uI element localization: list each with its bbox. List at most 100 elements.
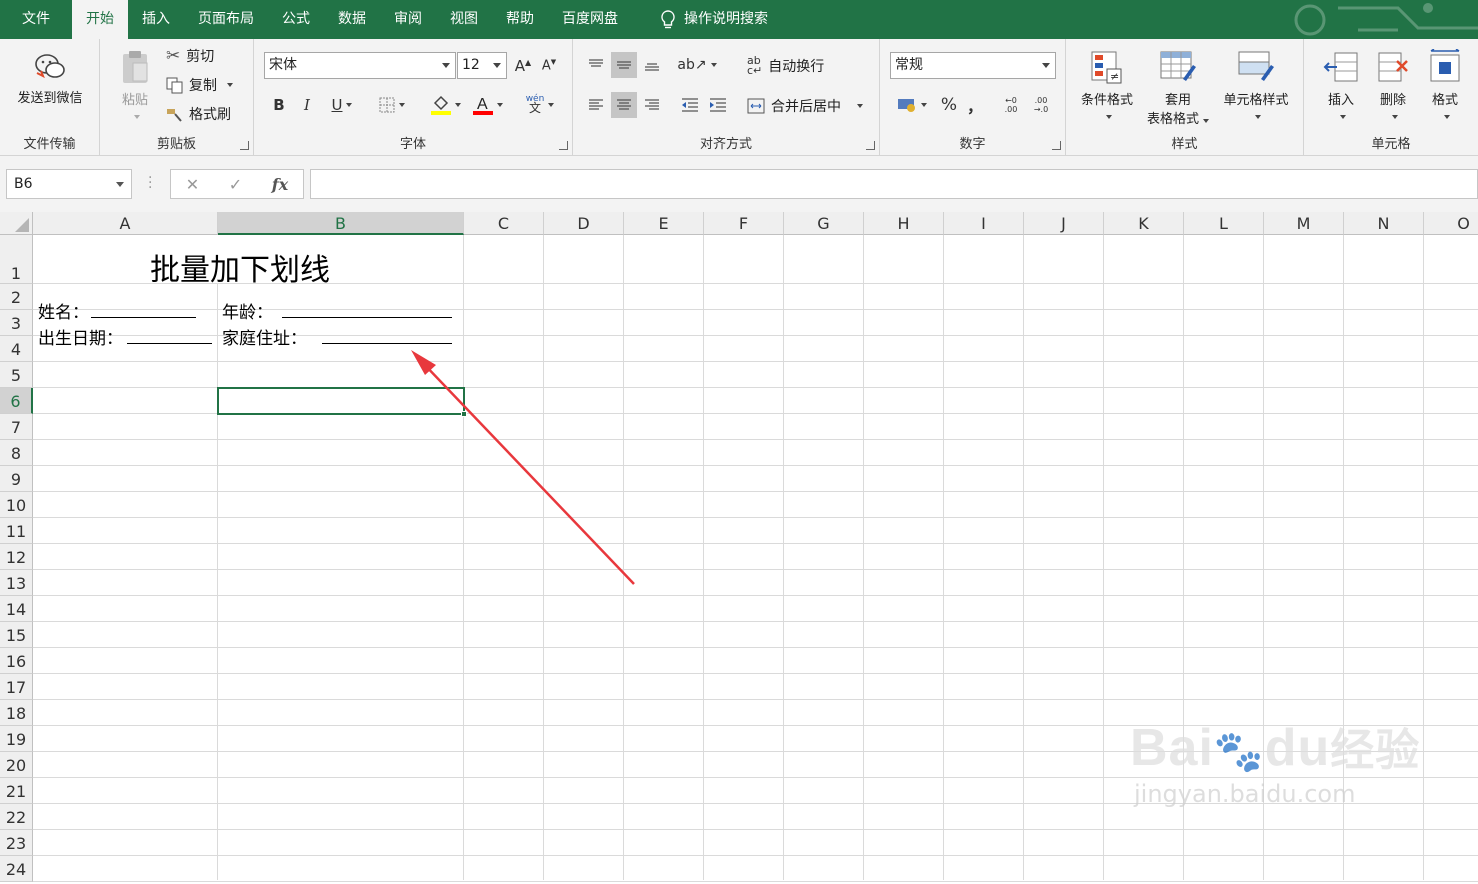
font-size-combo[interactable]: 12 — [457, 52, 507, 79]
cell-a3[interactable]: 出生日期： — [38, 324, 123, 349]
percent-style-button[interactable]: % — [936, 92, 962, 118]
row-header-19[interactable]: 19 — [0, 726, 33, 752]
tab-baidu-netdisk[interactable]: 百度网盘 — [548, 0, 632, 39]
select-all-corner[interactable] — [0, 212, 33, 235]
column-header-j[interactable]: J — [1024, 212, 1104, 235]
tab-review[interactable]: 审阅 — [380, 0, 436, 39]
accounting-format-button[interactable] — [892, 92, 932, 118]
column-header-c[interactable]: C — [464, 212, 544, 235]
paste-button[interactable]: 粘贴 — [110, 49, 160, 123]
decrease-decimal-button[interactable]: .00 →.0 — [1028, 92, 1054, 118]
row-header-3[interactable]: 3 — [0, 310, 33, 336]
enter-check-icon[interactable]: ✓ — [229, 175, 242, 194]
italic-button[interactable]: I — [294, 92, 320, 118]
insert-cells-button[interactable]: 插入 — [1316, 49, 1366, 123]
copy-button[interactable]: 复制 — [166, 75, 233, 95]
row-header-21[interactable]: 21 — [0, 778, 33, 804]
merge-center-button[interactable]: 合并后居中 — [747, 96, 863, 116]
tab-formulas[interactable]: 公式 — [268, 0, 324, 39]
tab-insert[interactable]: 插入 — [128, 0, 184, 39]
tab-file[interactable]: 文件 — [0, 0, 72, 39]
orientation-button[interactable]: ab↗ — [677, 52, 717, 78]
tell-me-search[interactable]: 操作说明搜索 — [646, 0, 782, 39]
row-header-15[interactable]: 15 — [0, 622, 33, 648]
column-header-g[interactable]: G — [784, 212, 864, 235]
bold-button[interactable]: B — [266, 92, 292, 118]
row-header-14[interactable]: 14 — [0, 596, 33, 622]
row-header-22[interactable]: 22 — [0, 804, 33, 830]
column-header-i[interactable]: I — [944, 212, 1024, 235]
decrease-font-size-button[interactable]: A▼ — [536, 53, 562, 79]
align-right-button[interactable] — [639, 92, 665, 118]
conditional-formatting-button[interactable]: ≠ 条件格式 — [1072, 49, 1142, 123]
cell-styles-button[interactable]: 单元格样式 — [1216, 49, 1296, 123]
send-to-wechat-button[interactable]: 发送到微信 — [8, 51, 92, 106]
number-format-combo[interactable]: 常规 — [890, 52, 1056, 79]
format-as-table-button[interactable]: 套用 表格格式 — [1140, 49, 1216, 127]
row-header-12[interactable]: 12 — [0, 544, 33, 570]
row-header-8[interactable]: 8 — [0, 440, 33, 466]
align-top-button[interactable] — [583, 52, 609, 78]
comma-style-button[interactable]: ， — [962, 92, 988, 118]
fill-handle[interactable] — [461, 411, 467, 417]
format-painter-button[interactable]: 格式刷 — [166, 104, 231, 124]
fill-color-button[interactable] — [426, 92, 466, 118]
formula-input[interactable] — [310, 169, 1478, 199]
cell-b2[interactable]: 年龄： — [222, 298, 273, 323]
column-header-d[interactable]: D — [544, 212, 624, 235]
align-left-button[interactable] — [583, 92, 609, 118]
phonetic-guide-button[interactable]: wén 文 — [520, 92, 560, 118]
increase-decimal-button[interactable]: ←0.00 — [998, 92, 1024, 118]
row-header-5[interactable]: 5 — [0, 362, 33, 388]
column-header-b[interactable]: B — [218, 212, 464, 235]
row-header-1[interactable]: 1 — [0, 235, 33, 284]
insert-function-button[interactable]: fx — [272, 175, 288, 194]
cut-button[interactable]: ✂ 剪切 — [166, 46, 214, 66]
wrap-text-button[interactable]: ab c↵ 自动换行 — [747, 55, 824, 76]
row-header-10[interactable]: 10 — [0, 492, 33, 518]
row-header-16[interactable]: 16 — [0, 648, 33, 674]
row-header-17[interactable]: 17 — [0, 674, 33, 700]
column-header-f[interactable]: F — [704, 212, 784, 235]
column-header-o[interactable]: O — [1424, 212, 1478, 235]
row-header-6[interactable]: 6 — [0, 388, 33, 414]
column-header-l[interactable]: L — [1184, 212, 1264, 235]
tab-help[interactable]: 帮助 — [492, 0, 548, 39]
column-header-m[interactable]: M — [1264, 212, 1344, 235]
row-header-7[interactable]: 7 — [0, 414, 33, 440]
name-box[interactable]: B6 — [6, 169, 132, 199]
format-cells-button[interactable]: 格式 — [1420, 49, 1470, 123]
column-header-h[interactable]: H — [864, 212, 944, 235]
decrease-indent-button[interactable] — [677, 92, 703, 118]
borders-button[interactable] — [372, 92, 412, 118]
column-header-e[interactable]: E — [624, 212, 704, 235]
row-header-24[interactable]: 24 — [0, 856, 33, 882]
column-header-a[interactable]: A — [33, 212, 218, 235]
cell-a2[interactable]: 姓名： — [38, 298, 89, 323]
align-bottom-button[interactable] — [639, 52, 665, 78]
underline-button[interactable]: U — [322, 92, 362, 118]
tab-view[interactable]: 视图 — [436, 0, 492, 39]
title-cell[interactable]: 批量加下划线 — [150, 245, 330, 289]
increase-indent-button[interactable] — [705, 92, 731, 118]
row-header-18[interactable]: 18 — [0, 700, 33, 726]
row-header-20[interactable]: 20 — [0, 752, 33, 778]
cancel-icon[interactable]: ✕ — [186, 175, 199, 194]
font-name-combo[interactable]: 宋体 — [264, 52, 456, 79]
row-header-13[interactable]: 13 — [0, 570, 33, 596]
number-launcher-icon[interactable] — [1052, 141, 1061, 150]
row-header-23[interactable]: 23 — [0, 830, 33, 856]
increase-font-size-button[interactable]: A▲ — [510, 53, 536, 79]
tab-home[interactable]: 开始 — [72, 0, 128, 39]
font-color-button[interactable]: A — [468, 92, 508, 118]
column-header-n[interactable]: N — [1344, 212, 1424, 235]
tab-data[interactable]: 数据 — [324, 0, 380, 39]
row-header-9[interactable]: 9 — [0, 466, 33, 492]
font-launcher-icon[interactable] — [559, 141, 568, 150]
align-center-button[interactable] — [611, 92, 637, 118]
row-header-2[interactable]: 2 — [0, 284, 33, 310]
active-cell-b6[interactable] — [217, 387, 467, 417]
clipboard-launcher-icon[interactable] — [240, 141, 249, 150]
alignment-launcher-icon[interactable] — [866, 141, 875, 150]
column-header-k[interactable]: K — [1104, 212, 1184, 235]
